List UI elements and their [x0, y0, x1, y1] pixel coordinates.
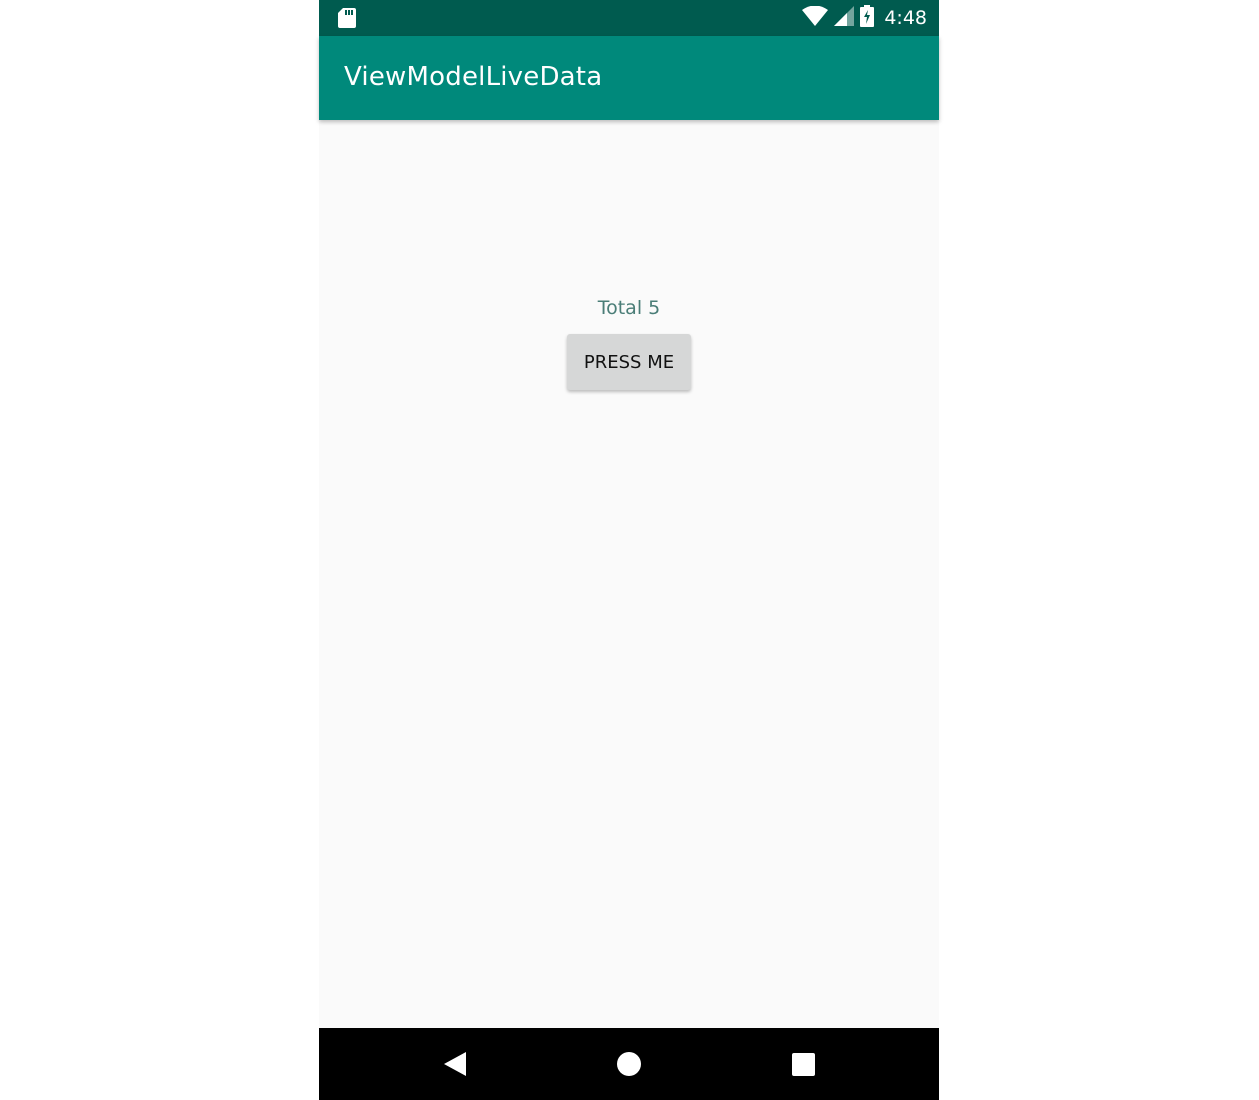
wifi-icon: [802, 5, 829, 30]
battery-charging-icon: [860, 5, 875, 31]
navigation-bar: [319, 1028, 939, 1100]
press-me-button[interactable]: PRESS ME: [567, 334, 691, 390]
sd-card-icon: [338, 8, 356, 32]
app-title: ViewModelLiveData: [344, 62, 603, 92]
phone-screen: 4:48 ViewModelLiveData Total 5 PRESS ME: [319, 0, 939, 1100]
back-icon[interactable]: [419, 1028, 491, 1100]
total-text: Total 5: [597, 297, 661, 319]
home-icon[interactable]: [593, 1028, 665, 1100]
status-bar: 4:48: [319, 0, 939, 36]
main-content: Total 5 PRESS ME: [319, 120, 939, 1028]
recents-icon[interactable]: [767, 1028, 839, 1100]
status-time: 4:48: [884, 7, 927, 29]
app-bar: ViewModelLiveData: [319, 36, 939, 120]
cell-signal-icon: [834, 6, 855, 30]
